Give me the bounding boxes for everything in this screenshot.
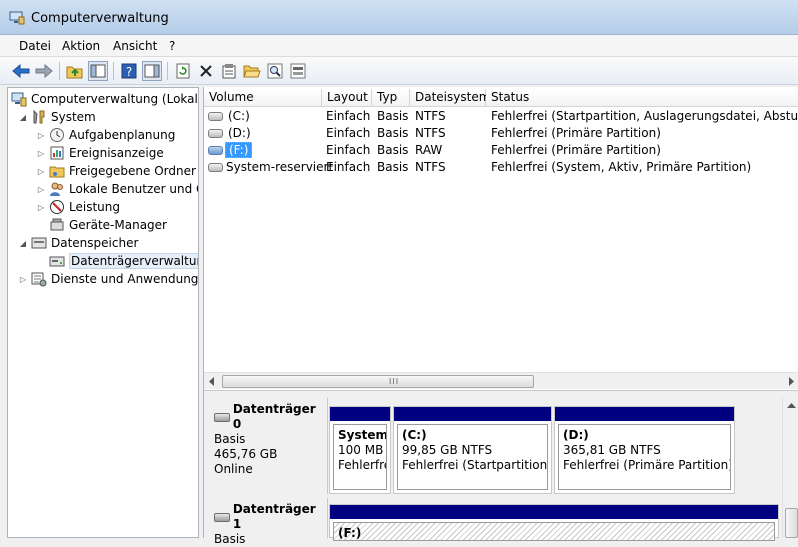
column-header-layout[interactable]: Layout xyxy=(322,89,372,107)
tree-item-ereignisanzeige[interactable]: ▷ Ereignisanzeige xyxy=(36,144,164,162)
column-header-dateisystem[interactable]: Dateisystem xyxy=(410,89,490,107)
drive-icon xyxy=(208,129,223,138)
disk-settings-button[interactable] xyxy=(288,61,308,81)
tree-item-geraete-manager[interactable]: Geräte-Manager xyxy=(49,216,167,234)
delete-button[interactable] xyxy=(196,61,216,81)
clock-icon xyxy=(50,128,64,142)
table-row[interactable]: (D:) Einfach Basis NTFS Fehlerfrei (Prim… xyxy=(204,125,798,142)
back-button[interactable] xyxy=(11,61,31,81)
properties-button[interactable] xyxy=(219,61,239,81)
collapsed-arrow-icon[interactable]: ▷ xyxy=(36,149,46,158)
properties-icon xyxy=(222,64,236,79)
column-header-status[interactable]: Status xyxy=(486,89,798,107)
expanded-arrow-icon[interactable]: ◢ xyxy=(18,113,28,122)
disk-properties-icon xyxy=(290,63,306,79)
up-folder-button[interactable] xyxy=(65,61,85,81)
help-icon: ? xyxy=(121,63,137,79)
help-button[interactable]: ? xyxy=(119,61,139,81)
hard-disk-icon xyxy=(214,412,230,422)
up-folder-icon xyxy=(66,66,83,79)
menu-ansicht[interactable]: Ansicht xyxy=(113,39,157,53)
scrollbar-thumb[interactable]: III xyxy=(222,375,534,388)
shared-folder-icon xyxy=(49,166,65,178)
open-folder-icon xyxy=(243,65,261,78)
tree-item-dienste[interactable]: ▷ Dienste und Anwendungen xyxy=(18,270,198,288)
collapsed-arrow-icon[interactable]: ▷ xyxy=(36,203,46,212)
device-manager-icon xyxy=(50,218,64,231)
partition-c[interactable]: (C:) 99,85 GB NTFS Fehlerfrei (Startpart… xyxy=(393,406,552,494)
magnifier-icon xyxy=(267,63,283,79)
tree-item-lokale-benutzer[interactable]: ▷ Lokale Benutzer und Gr xyxy=(36,180,198,198)
details-pane: Volume Layout Typ Dateisystem Status (C:… xyxy=(203,87,798,546)
svg-text:?: ? xyxy=(126,65,132,79)
disk-graphical-view: Datenträger 0 Basis 465,76 GB Online Sys… xyxy=(204,398,798,546)
computer-management-icon xyxy=(11,92,27,107)
collapsed-arrow-icon[interactable]: ▷ xyxy=(36,167,46,176)
disk-0-label[interactable]: Datenträger 0 Basis 465,76 GB Online xyxy=(204,398,328,494)
computer-management-icon xyxy=(9,11,25,25)
menu-help[interactable]: ? xyxy=(169,39,175,53)
scroll-up-icon[interactable] xyxy=(787,402,796,410)
column-header-volume[interactable]: Volume xyxy=(204,89,322,107)
collapsed-arrow-icon[interactable]: ▷ xyxy=(18,275,28,284)
services-icon xyxy=(31,272,47,287)
selected-volume-f[interactable]: (F:) xyxy=(225,142,253,158)
hard-disk-icon xyxy=(214,512,230,522)
horizontal-scrollbar[interactable]: III xyxy=(204,372,798,389)
show-hide-tree-button[interactable] xyxy=(88,61,108,81)
volume-list: Volume Layout Typ Dateisystem Status (C:… xyxy=(204,87,798,390)
drive-icon xyxy=(208,163,223,172)
partition-d[interactable]: (D:) 365,81 GB NTFS Fehlerfrei (Primäre … xyxy=(554,406,735,494)
event-viewer-icon xyxy=(50,146,64,160)
tree-item-aufgabenplanung[interactable]: ▷ Aufgabenplanung xyxy=(36,126,175,144)
search-button[interactable] xyxy=(265,61,285,81)
collapsed-arrow-icon[interactable]: ▷ xyxy=(36,131,46,140)
performance-icon xyxy=(50,200,64,214)
collapsed-arrow-icon[interactable]: ▷ xyxy=(36,185,46,194)
tree-item-freigegebene-ordner[interactable]: ▷ Freigegebene Ordner xyxy=(36,162,196,180)
drive-icon xyxy=(208,112,223,121)
back-arrow-icon xyxy=(12,64,30,78)
expanded-arrow-icon[interactable]: ◢ xyxy=(18,239,28,248)
disk-1-label[interactable]: Datenträger 1 Basis xyxy=(204,498,328,546)
title-bar: Computerverwaltung xyxy=(0,0,798,35)
console-tree: Computerverwaltung (Lokal) ◢ System ▷ Au… xyxy=(7,87,199,538)
delete-x-icon xyxy=(200,65,212,77)
scrollbar-thumb[interactable] xyxy=(785,508,798,538)
users-icon xyxy=(50,182,63,196)
disk-management-icon xyxy=(49,256,65,267)
table-row[interactable]: (F:) Einfach Basis RAW Fehlerfrei (Primä… xyxy=(204,142,798,159)
pane-splitter[interactable] xyxy=(204,390,798,398)
forward-arrow-icon xyxy=(35,64,53,78)
tree-item-system[interactable]: ◢ System xyxy=(18,108,96,126)
menu-aktion[interactable]: Aktion xyxy=(62,39,100,53)
vertical-scrollbar[interactable] xyxy=(782,398,798,538)
table-row[interactable]: (C:) Einfach Basis NTFS Fehlerfrei (Star… xyxy=(204,108,798,125)
partition-system-reserved[interactable]: System-r 100 MB N Fehlerfrei xyxy=(329,406,391,494)
partition-f[interactable]: (F:) xyxy=(329,504,779,541)
menu-bar: Datei Aktion Ansicht ? xyxy=(0,35,798,57)
drive-icon xyxy=(208,146,223,155)
toolbar: ? xyxy=(0,57,798,85)
table-row[interactable]: System-reserviert Einfach Basis NTFS Feh… xyxy=(204,159,798,176)
tree-item-datenspeicher[interactable]: ◢ Datenspeicher xyxy=(18,234,138,252)
storage-icon xyxy=(31,237,47,249)
refresh-icon xyxy=(176,63,190,79)
tools-icon xyxy=(33,109,45,124)
console-tree-icon xyxy=(90,64,106,78)
open-button[interactable] xyxy=(242,61,262,81)
window-title: Computerverwaltung xyxy=(31,11,169,26)
forward-button[interactable] xyxy=(34,61,54,81)
column-header-typ[interactable]: Typ xyxy=(372,89,410,107)
scroll-right-icon[interactable] xyxy=(787,377,795,386)
refresh-button[interactable] xyxy=(173,61,193,81)
tree-item-root[interactable]: Computerverwaltung (Lokal) xyxy=(11,90,198,108)
action-pane-button[interactable] xyxy=(142,61,162,81)
scroll-left-icon[interactable] xyxy=(208,377,216,386)
tree-item-datentraegerverwaltung[interactable]: Datenträgerverwaltung xyxy=(49,252,198,270)
action-pane-icon xyxy=(144,64,160,78)
tree-item-leistung[interactable]: ▷ Leistung xyxy=(36,198,120,216)
menu-datei[interactable]: Datei xyxy=(19,39,51,53)
